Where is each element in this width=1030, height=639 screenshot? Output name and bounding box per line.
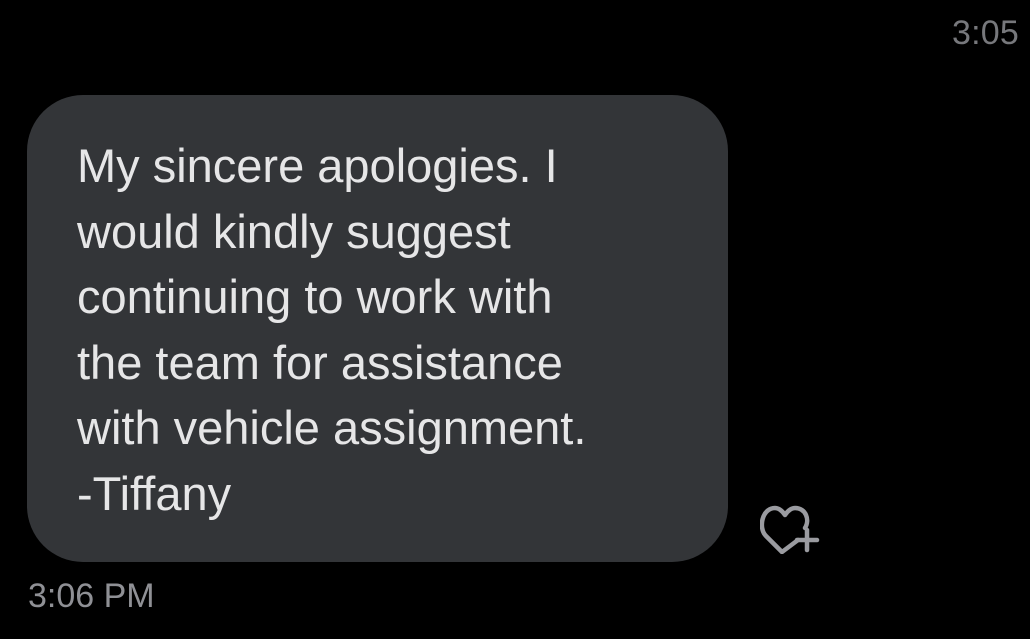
message-thread: 3:05 My sincere apologies. I would kindl… xyxy=(0,0,1030,639)
add-reaction-button[interactable] xyxy=(760,500,822,554)
previous-message-timestamp: 3:05 xyxy=(952,14,1019,52)
incoming-message-bubble[interactable]: My sincere apologies. I would kindly sug… xyxy=(27,95,728,562)
heart-plus-icon xyxy=(760,505,820,554)
message-text: My sincere apologies. I would kindly sug… xyxy=(77,139,587,520)
message-timestamp: 3:06 PM xyxy=(28,577,155,615)
